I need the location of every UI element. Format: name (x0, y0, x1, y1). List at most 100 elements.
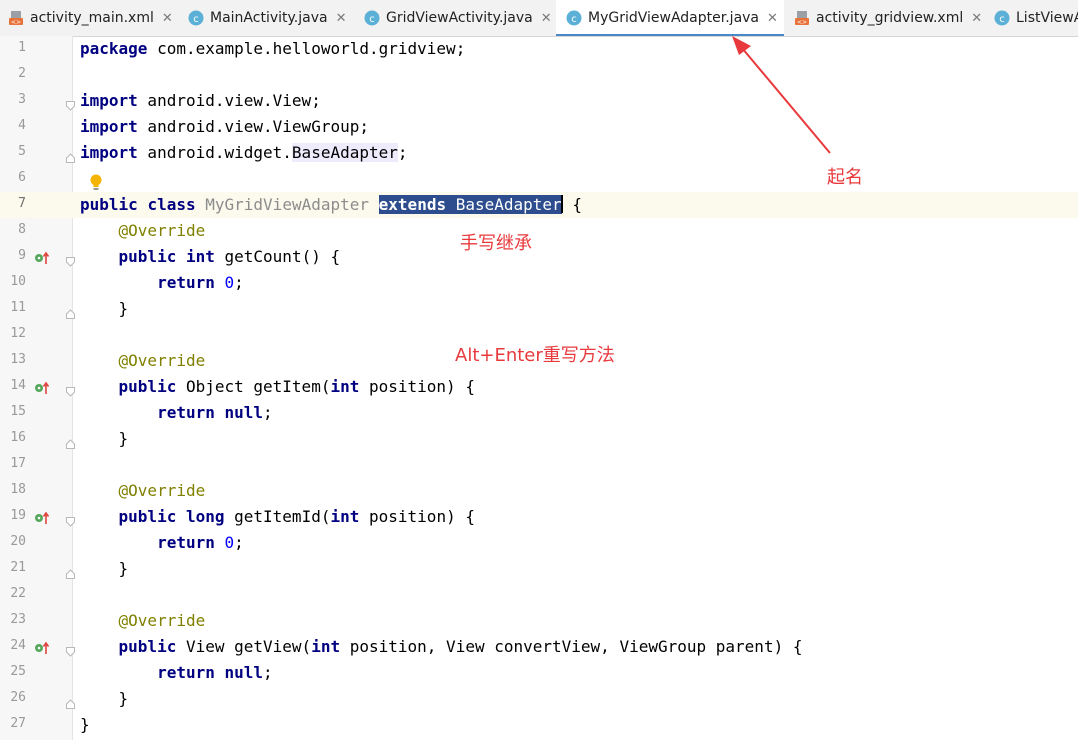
line-number: 5 (18, 144, 26, 159)
code-text: public View getView(int position, View c… (118, 637, 803, 656)
svg-text:c: c (369, 14, 375, 25)
close-icon[interactable]: ✕ (541, 11, 552, 26)
close-icon[interactable]: ✕ (971, 11, 982, 26)
code-text: return 0; (157, 533, 244, 552)
line-number: 12 (10, 326, 26, 341)
line-number: 9 (18, 248, 26, 263)
code-text: } (80, 559, 129, 578)
line-number: 7 (18, 196, 26, 211)
code-line: 4 import android.view.ViewGroup; (0, 114, 1078, 140)
code-text: return null; (157, 663, 273, 682)
code-line: 9 public int getCount() { (0, 244, 1078, 270)
fold-open-icon[interactable] (66, 96, 75, 111)
line-number: 3 (18, 92, 26, 107)
code-line-current: 7 public class MyGridViewAdapter extends… (0, 192, 1078, 218)
svg-text:c: c (571, 14, 577, 25)
code-text: package com.example.helloworld.gridview; (80, 39, 466, 58)
line-number: 1 (18, 40, 26, 55)
code-text: public class MyGridViewAdapter extends B… (80, 195, 582, 214)
line-number: 23 (10, 612, 26, 627)
tab-my-gridview-adapter-java[interactable]: c MyGridViewAdapter.java ✕ (556, 0, 784, 36)
implements-method-icon[interactable] (34, 640, 50, 654)
selected-text: extends BaseAdapter (378, 195, 562, 214)
lightbulb-icon[interactable] (89, 174, 103, 196)
fold-close-icon[interactable] (66, 434, 75, 449)
xml-file-icon: <> (794, 10, 810, 26)
code-line: 16 } (0, 426, 1078, 452)
code-text: } (80, 715, 90, 734)
close-icon[interactable]: ✕ (336, 11, 347, 26)
code-line: 1 package com.example.helloworld.gridvie… (0, 36, 1078, 62)
line-number: 17 (10, 456, 26, 471)
fold-open-icon[interactable] (66, 252, 75, 267)
svg-text:c: c (193, 14, 199, 25)
code-text: } (80, 429, 129, 448)
implements-method-icon[interactable] (34, 250, 50, 264)
code-line: 3 import android.view.View; (0, 88, 1078, 114)
line-number: 13 (10, 352, 26, 367)
implements-method-icon[interactable] (34, 380, 50, 394)
tab-main-activity-java[interactable]: c MainActivity.java ✕ (188, 0, 346, 36)
fold-close-icon[interactable] (66, 304, 75, 319)
fold-close-icon[interactable] (66, 694, 75, 709)
code-line: 18 @Override (0, 478, 1078, 504)
code-line: 2 (0, 62, 1078, 88)
line-number: 27 (10, 716, 26, 731)
line-number: 8 (18, 222, 26, 237)
close-icon[interactable]: ✕ (767, 11, 778, 26)
code-text: import android.view.ViewGroup; (80, 117, 369, 136)
tab-activity-main-xml[interactable]: <> activity_main.xml ✕ (8, 0, 173, 36)
fold-close-icon[interactable] (66, 564, 75, 579)
code-line: 20 return 0; (0, 530, 1078, 556)
line-number: 2 (18, 66, 26, 81)
line-number: 10 (10, 274, 26, 289)
code-line: 27 } (0, 712, 1078, 738)
code-text: public Object getItem(int position) { (118, 377, 475, 396)
line-number: 18 (10, 482, 26, 497)
java-class-icon: c (188, 10, 204, 26)
code-text: return null; (157, 403, 273, 422)
code-area[interactable]: 1 package com.example.helloworld.gridvie… (0, 36, 1078, 740)
java-class-icon: c (994, 10, 1010, 26)
code-line: 6 (0, 166, 1078, 192)
line-number: 4 (18, 118, 26, 133)
svg-text:c: c (999, 14, 1005, 25)
close-icon[interactable]: ✕ (162, 11, 173, 26)
tab-label: activity_main.xml (30, 10, 154, 26)
line-number: 22 (10, 586, 26, 601)
code-line: 15 return null; (0, 400, 1078, 426)
code-text: import android.widget.BaseAdapter; (80, 143, 408, 162)
fold-open-icon[interactable] (66, 642, 75, 657)
code-text: import android.view.View; (80, 91, 321, 110)
code-line: 8 @Override (0, 218, 1078, 244)
tab-label: MyGridViewAdapter.java (588, 10, 760, 26)
annotation-extends: 手写继承 (460, 233, 532, 254)
line-number: 19 (10, 508, 26, 523)
editor-tab-bar: <> activity_main.xml ✕ c MainActivity.ja… (0, 0, 1078, 37)
line-number: 24 (10, 638, 26, 653)
code-text: @Override (80, 481, 206, 500)
implements-method-icon[interactable] (34, 510, 50, 524)
line-number: 26 (10, 690, 26, 705)
line-number: 16 (10, 430, 26, 445)
line-number: 6 (18, 170, 26, 185)
code-line: 26 } (0, 686, 1078, 712)
code-text: public long getItemId(int position) { (118, 507, 475, 526)
tab-gridview-activity-java[interactable]: c GridViewActivity.java ✕ (364, 0, 552, 36)
annotation-name: 起名 (827, 167, 863, 188)
tab-label: activity_gridview.xml (816, 10, 964, 26)
fold-open-icon[interactable] (66, 382, 75, 397)
java-class-icon: c (364, 10, 380, 26)
code-line: 24 public View getView(int position, Vie… (0, 634, 1078, 660)
line-number: 15 (10, 404, 26, 419)
code-text: } (80, 689, 129, 708)
annotation-override: Alt+Enter重写方法 (455, 345, 615, 366)
code-editor[interactable]: 1 package com.example.helloworld.gridvie… (0, 36, 1078, 740)
tab-label: MainActivity.java (210, 10, 328, 26)
fold-close-icon[interactable] (66, 148, 75, 163)
fold-open-icon[interactable] (66, 512, 75, 527)
tab-activity-gridview-xml[interactable]: <> activity_gridview.xml ✕ (794, 0, 982, 36)
code-line: 11 } (0, 296, 1078, 322)
tab-listview[interactable]: c ListViewA (994, 0, 1078, 36)
code-line: 25 return null; (0, 660, 1078, 686)
